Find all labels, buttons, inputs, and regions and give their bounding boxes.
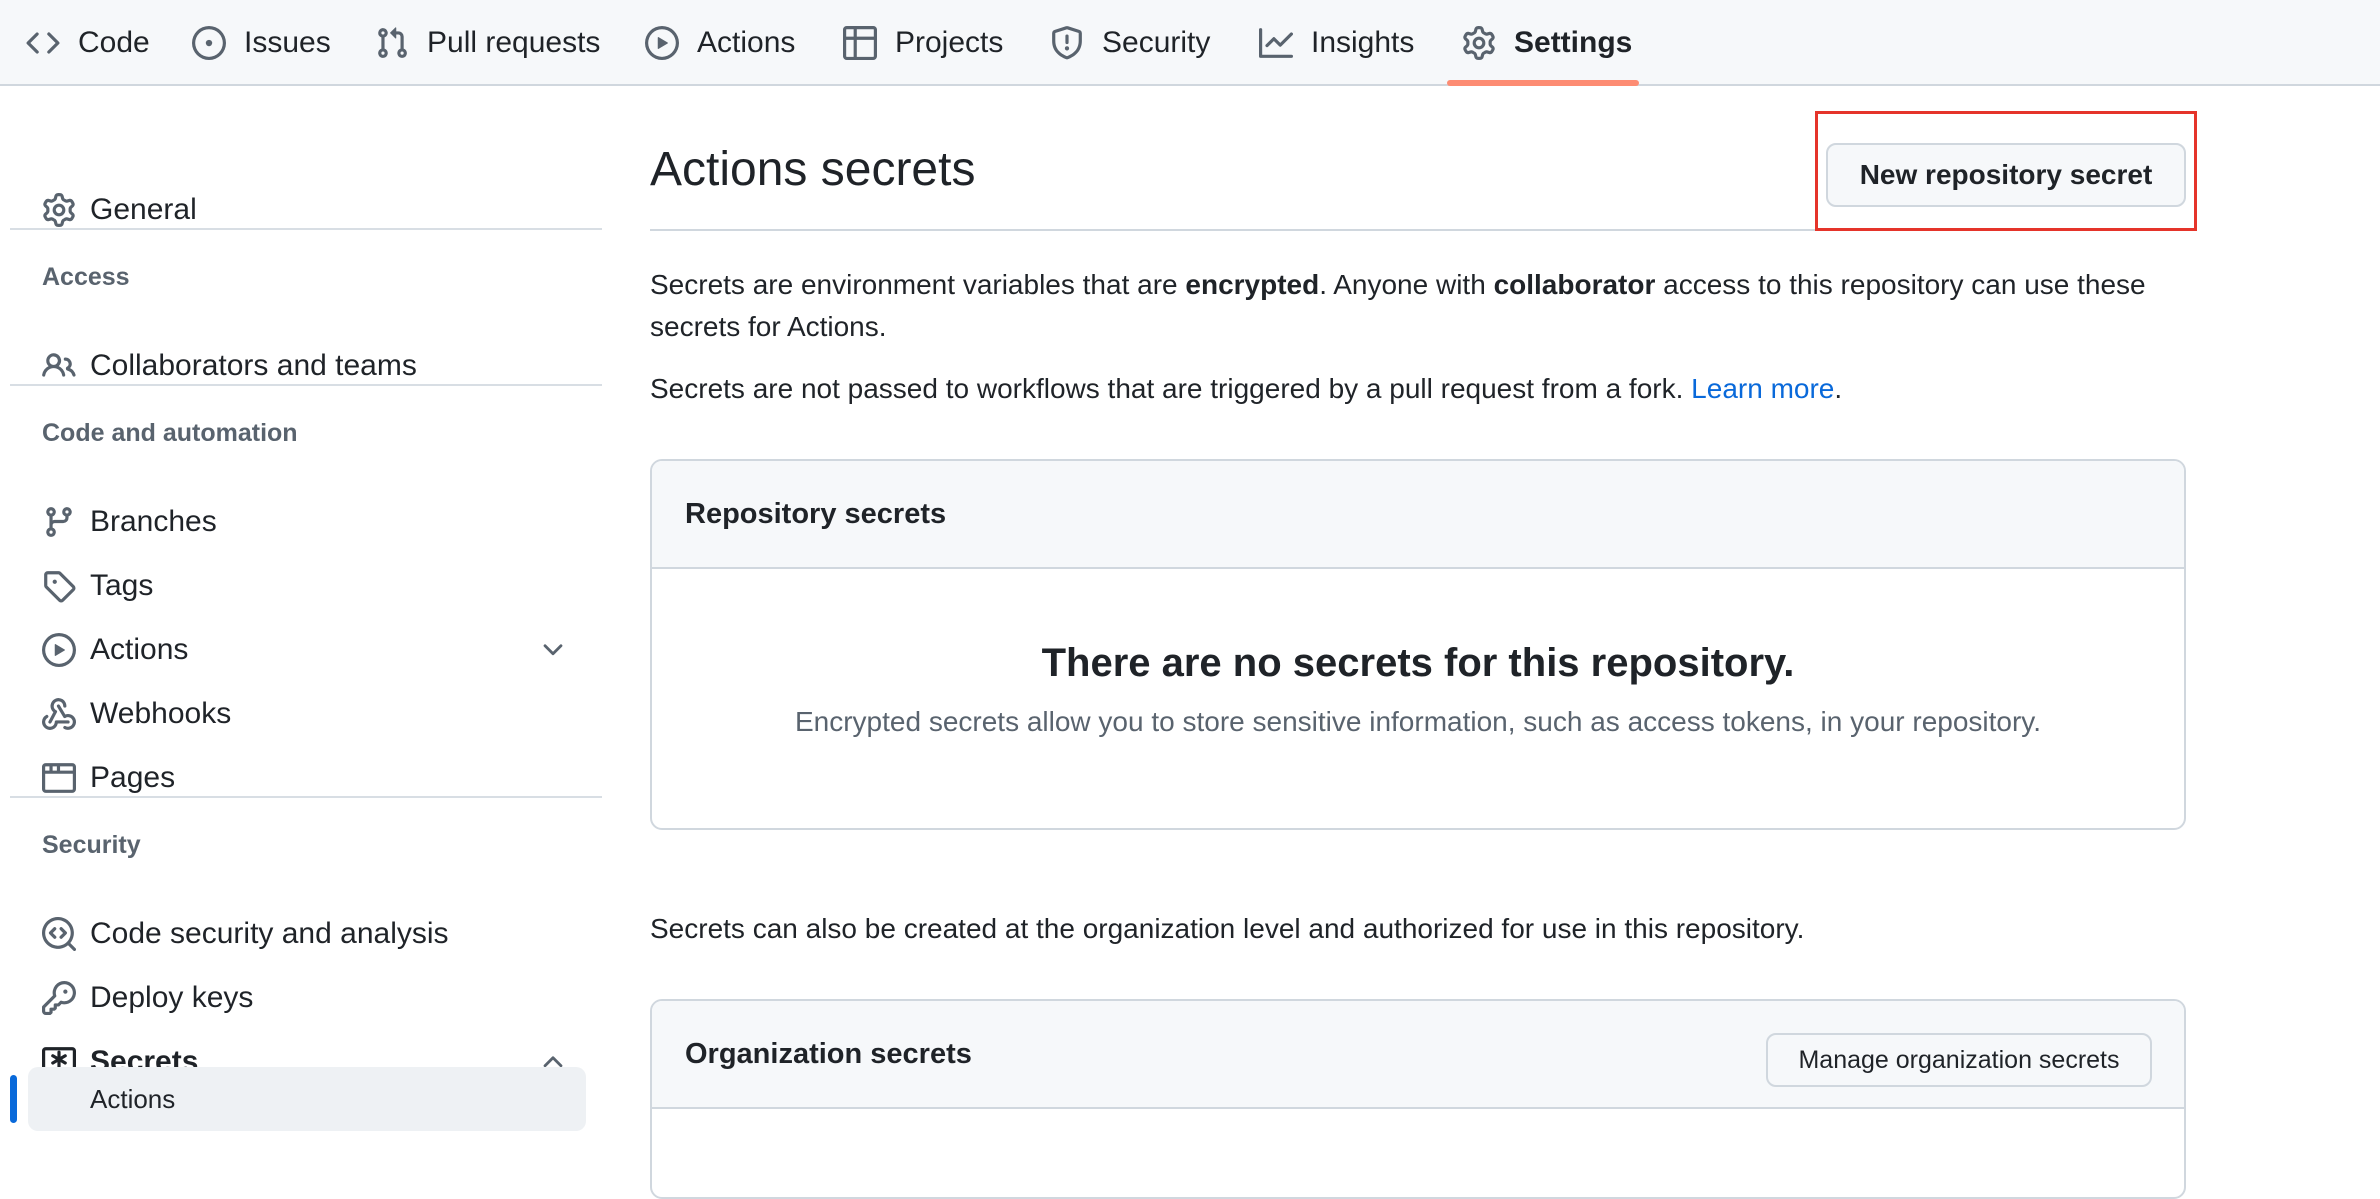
gear-icon bbox=[1463, 26, 1495, 60]
issue-opened-icon bbox=[192, 26, 226, 60]
sidebar-item-label: Code security and analysis bbox=[90, 917, 449, 950]
selected-indicator bbox=[10, 1075, 17, 1123]
tab-code[interactable]: Code bbox=[26, 0, 150, 86]
repository-secrets-box: Repository secrets There are no secrets … bbox=[650, 459, 2186, 830]
new-repository-secret-button[interactable]: New repository secret bbox=[1826, 143, 2186, 207]
tab-insights[interactable]: Insights bbox=[1259, 0, 1414, 86]
intro-text-part: . Anyone with bbox=[1319, 269, 1494, 300]
page-title: Actions secrets bbox=[650, 143, 976, 196]
sidebar-item-label: Actions bbox=[90, 633, 189, 666]
empty-state-description: Encrypted secrets allow you to store sen… bbox=[794, 706, 2042, 737]
sidebar-subitem-actions[interactable]: Actions bbox=[28, 1067, 586, 1131]
fork-note-end: . bbox=[1834, 373, 1843, 404]
play-icon bbox=[42, 633, 76, 667]
tab-projects[interactable]: Projects bbox=[843, 0, 1003, 86]
tab-issues-label: Issues bbox=[244, 26, 331, 59]
organization-secrets-header: Organization secrets Manage organization… bbox=[652, 1001, 2184, 1109]
tab-security[interactable]: Security bbox=[1050, 0, 1210, 86]
sidebar-item-label: Deploy keys bbox=[90, 981, 254, 1014]
tab-security-label: Security bbox=[1102, 26, 1211, 59]
people-icon bbox=[42, 353, 76, 377]
table-icon bbox=[843, 26, 877, 60]
sidebar-item-label: Webhooks bbox=[90, 697, 232, 730]
intro-bold-collaborator: collaborator bbox=[1493, 269, 1656, 300]
main-content: Actions secrets New repository secret Se… bbox=[650, 86, 2197, 1199]
tab-settings[interactable]: Settings bbox=[1462, 0, 1632, 86]
learn-more-link[interactable]: Learn more bbox=[1691, 373, 1834, 404]
sidebar-item-label: Branches bbox=[90, 505, 217, 538]
empty-state-title: There are no secrets for this repository… bbox=[1041, 641, 1795, 685]
fork-note: Secrets are not passed to workflows that… bbox=[650, 368, 2186, 410]
sidebar-divider bbox=[10, 384, 602, 386]
codescan-icon bbox=[42, 917, 76, 951]
organization-secrets-title: Organization secrets bbox=[685, 1037, 972, 1070]
tab-settings-label: Settings bbox=[1514, 26, 1633, 59]
repository-secrets-header: Repository secrets bbox=[652, 461, 2184, 569]
git-branch-icon bbox=[46, 507, 72, 537]
tab-issues[interactable]: Issues bbox=[192, 0, 331, 86]
sidebar-divider bbox=[10, 228, 602, 230]
tab-pull-requests[interactable]: Pull requests bbox=[375, 0, 600, 86]
organization-secrets-box: Organization secrets Manage organization… bbox=[650, 999, 2186, 1199]
sidebar-heading-security: Security bbox=[42, 831, 141, 859]
sidebar-item-webhooks[interactable]: Webhooks bbox=[42, 686, 231, 742]
org-note: Secrets can also be created at the organ… bbox=[650, 913, 1805, 944]
sidebar-heading-access: Access bbox=[42, 263, 130, 291]
sidebar-heading-code-automation: Code and automation bbox=[42, 419, 298, 447]
intro-text: Secrets are environment variables that a… bbox=[650, 264, 2186, 348]
pull-request-icon bbox=[378, 27, 407, 58]
graph-icon bbox=[1259, 28, 1293, 58]
key-icon bbox=[42, 981, 76, 1015]
tab-code-label: Code bbox=[78, 26, 150, 59]
sidebar-item-tags[interactable]: Tags bbox=[42, 558, 153, 614]
gear-icon bbox=[43, 193, 75, 227]
sidebar-item-actions[interactable]: Actions bbox=[42, 622, 188, 678]
sidebar-item-branches[interactable]: Branches bbox=[42, 494, 217, 550]
browser-icon bbox=[42, 763, 76, 793]
tab-actions[interactable]: Actions bbox=[645, 0, 795, 86]
shield-icon bbox=[1052, 26, 1082, 60]
play-icon bbox=[645, 26, 679, 60]
tag-icon bbox=[44, 571, 76, 603]
sidebar-item-deploy-keys[interactable]: Deploy keys bbox=[42, 970, 253, 1026]
tab-pull-requests-label: Pull requests bbox=[427, 26, 601, 59]
sidebar-item-label: General bbox=[90, 193, 197, 226]
settings-sidebar: General Access Collaborators and teams C… bbox=[0, 86, 610, 1150]
sidebar-item-label: Collaborators and teams bbox=[90, 349, 417, 382]
manage-organization-secrets-button[interactable]: Manage organization secrets bbox=[1766, 1033, 2152, 1087]
fork-note-text: Secrets are not passed to workflows that… bbox=[650, 373, 1692, 404]
sidebar-item-code-security[interactable]: Code security and analysis bbox=[42, 906, 449, 962]
chevron-down-icon[interactable] bbox=[538, 635, 568, 665]
webhook-icon bbox=[42, 698, 76, 730]
sidebar-item-label: Tags bbox=[90, 569, 154, 602]
repo-nav: Code Issues Pull requests Actions Projec… bbox=[0, 0, 2380, 86]
sidebar-divider bbox=[10, 796, 602, 798]
tab-insights-label: Insights bbox=[1311, 26, 1415, 59]
sidebar-subitem-label: Actions bbox=[90, 1083, 176, 1114]
code-icon bbox=[26, 32, 60, 54]
intro-bold-encrypted: encrypted bbox=[1185, 269, 1320, 300]
sidebar-item-label: Pages bbox=[90, 761, 176, 794]
tab-projects-label: Projects bbox=[895, 26, 1004, 59]
intro-text-part: Secrets are environment variables that a… bbox=[650, 269, 1186, 300]
tab-actions-label: Actions bbox=[697, 26, 796, 59]
